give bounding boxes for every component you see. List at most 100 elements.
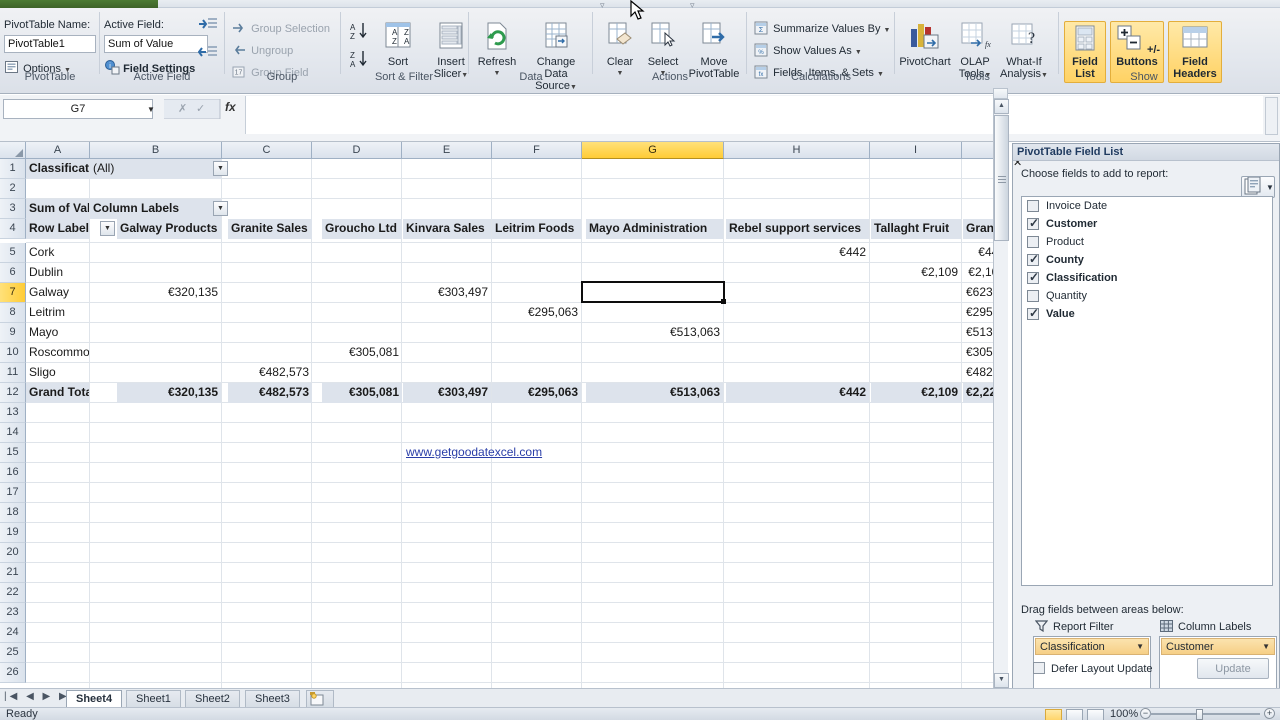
row-header-11[interactable]: 11	[0, 363, 26, 383]
column-labels-dropdown-icon[interactable]: ▼	[213, 201, 228, 216]
view-normal-button[interactable]	[1045, 709, 1062, 720]
ungroup-button[interactable]: Ungroup	[232, 43, 293, 59]
pivot-cell-galway-kinvara[interactable]: €303,497	[403, 283, 491, 303]
name-box[interactable]: G7	[3, 99, 153, 119]
pivot-grand-total-galway-products[interactable]: €320,135	[117, 383, 221, 403]
cell-a1-classification-label[interactable]: Classification	[26, 159, 89, 179]
row-header-25[interactable]: 25	[0, 643, 26, 663]
zoom-slider-knob[interactable]	[1196, 709, 1203, 720]
pivotchart-button[interactable]: PivotChart	[898, 21, 952, 68]
checkbox-unchecked-icon[interactable]	[1027, 290, 1039, 302]
show-values-as-button[interactable]: % Show Values As ▼	[754, 43, 862, 59]
view-page-break-button[interactable]	[1087, 709, 1104, 720]
pivot-grand-total-groucho-ltd[interactable]: €305,081	[322, 383, 402, 403]
pivot-row-label-sligo[interactable]: Sligo	[26, 363, 89, 383]
pivot-cell-cork-rebel[interactable]: €442	[726, 243, 869, 263]
pivot-col-header-groucho-ltd[interactable]: Groucho Ltd	[322, 219, 402, 239]
report-filter-dropdown-icon[interactable]: ▼	[213, 161, 228, 176]
pivot-grand-total-mayo-admin[interactable]: €513,063	[586, 383, 723, 403]
sort-ascending-button[interactable]: AZ	[348, 21, 370, 44]
pivot-row-label-dublin[interactable]: Dublin	[26, 263, 89, 283]
row-header-24[interactable]: 24	[0, 623, 26, 643]
name-box-chevron-down-icon[interactable]: ▼	[147, 105, 155, 114]
pivot-col-header-tallaght-fruit[interactable]: Tallaght Fruit	[871, 219, 961, 239]
pivot-row-label-leitrim[interactable]: Leitrim	[26, 303, 89, 323]
cell-b3-column-labels[interactable]: Column Labels	[90, 199, 221, 219]
zoom-in-button[interactable]: +	[1264, 708, 1275, 719]
checkbox-unchecked-icon[interactable]	[1027, 200, 1039, 212]
insert-worksheet-button[interactable]	[306, 690, 334, 708]
pivot-row-label-galway[interactable]: Galway	[26, 283, 89, 303]
pivot-cell-leitrim-leitrim-foods[interactable]: €295,063	[492, 303, 581, 323]
checkbox-unchecked-icon[interactable]	[1027, 236, 1039, 248]
pivot-row-label-mayo[interactable]: Mayo	[26, 323, 89, 343]
sheet-tab-sheet2[interactable]: Sheet2	[185, 690, 240, 708]
sheet-tab-sheet3[interactable]: Sheet3	[245, 690, 300, 708]
pivot-row-label-roscommon[interactable]: Roscommon	[26, 343, 89, 363]
collapse-entire-field-icon[interactable]	[197, 44, 218, 63]
column-header-e[interactable]: E	[402, 142, 492, 159]
column-header-g[interactable]: G	[582, 142, 724, 159]
row-header-17[interactable]: 17	[0, 483, 26, 503]
column-header-c[interactable]: C	[222, 142, 312, 159]
insert-function-icon[interactable]: fx	[225, 100, 236, 114]
row-header-3[interactable]: 3	[0, 199, 26, 219]
pivot-grand-total-rebel-support[interactable]: €442	[726, 383, 869, 403]
row-header-18[interactable]: 18	[0, 503, 26, 523]
cell-a3-sum-of-value[interactable]: Sum of Value	[26, 199, 89, 219]
pill-chevron-down-icon[interactable]: ▼	[1262, 639, 1270, 655]
formula-input[interactable]	[245, 96, 1263, 134]
field-item-invoice-date[interactable]: Invoice Date	[1022, 197, 1272, 215]
vertical-scrollbar[interactable]: ▲ ▼	[993, 99, 1009, 688]
row-header-4[interactable]: 4	[0, 219, 26, 239]
field-item-quantity[interactable]: Quantity	[1022, 287, 1272, 305]
row-header-7[interactable]: 7	[0, 283, 26, 303]
row-header-21[interactable]: 21	[0, 563, 26, 583]
row-header-19[interactable]: 19	[0, 523, 26, 543]
pill-chevron-down-icon[interactable]: ▼	[1136, 639, 1144, 655]
column-header-i[interactable]: I	[870, 142, 962, 159]
field-item-value[interactable]: ✓ Value	[1022, 305, 1272, 323]
cell-b1-classification-value[interactable]: (All)	[90, 159, 221, 179]
defer-layout-checkbox[interactable]	[1033, 662, 1045, 674]
pivot-col-header-galway-products[interactable]: Galway Products	[117, 219, 221, 239]
row-header-9[interactable]: 9	[0, 323, 26, 343]
checkbox-checked-icon[interactable]: ✓	[1027, 270, 1039, 284]
column-header-a[interactable]: A	[26, 142, 90, 159]
pivot-grand-total-granite-sales[interactable]: €482,573	[228, 383, 312, 403]
row-header-23[interactable]: 23	[0, 603, 26, 623]
pivot-col-header-granite-sales[interactable]: Granite Sales	[228, 219, 312, 239]
sort-descending-button[interactable]: ZA	[348, 49, 370, 72]
expand-entire-field-icon[interactable]	[198, 16, 218, 35]
row-header-14[interactable]: 14	[0, 423, 26, 443]
group-selection-button[interactable]: Group Selection	[232, 21, 330, 37]
pivottable-tools-tab[interactable]	[0, 0, 158, 8]
zoom-level-label[interactable]: 100%	[1110, 708, 1138, 720]
row-header-2[interactable]: 2	[0, 179, 26, 199]
field-pill-classification[interactable]: Classification ▼	[1035, 638, 1149, 655]
cell-a4-row-labels[interactable]: Row Labels	[26, 219, 89, 239]
checkbox-checked-icon[interactable]: ✓	[1027, 216, 1039, 230]
row-header-5[interactable]: 5	[0, 243, 26, 263]
active-field-input[interactable]: Sum of Value	[104, 35, 208, 53]
field-item-classification[interactable]: ✓ Classification	[1022, 269, 1272, 287]
update-button[interactable]: Update	[1197, 658, 1269, 679]
pivottable-name-input[interactable]: PivotTable1	[4, 35, 96, 53]
field-checkbox-list[interactable]: Invoice Date ✓ Customer Product ✓ County…	[1021, 196, 1273, 586]
hyperlink-cell[interactable]: www.getgoodatexcel.com	[403, 443, 583, 463]
pivot-cell-galway-galway-products[interactable]: €320,135	[117, 283, 221, 303]
pivot-grand-total-leitrim-foods[interactable]: €295,063	[492, 383, 581, 403]
row-header-12[interactable]: 12	[0, 383, 26, 403]
zoom-slider-track[interactable]	[1150, 713, 1260, 715]
pivot-grand-total-kinvara-sales[interactable]: €303,497	[403, 383, 491, 403]
pivot-col-header-leitrim-foods[interactable]: Leitrim Foods	[492, 219, 581, 239]
sheet-tab-sheet4[interactable]: Sheet4	[66, 690, 123, 708]
column-header-d[interactable]: D	[312, 142, 402, 159]
pivot-grand-total-label[interactable]: Grand Total	[26, 383, 89, 403]
view-page-layout-button[interactable]	[1066, 709, 1083, 720]
row-header-8[interactable]: 8	[0, 303, 26, 323]
sheet-nav-buttons[interactable]: |◀ ◀ ▶ ▶|	[4, 691, 75, 702]
row-header-20[interactable]: 20	[0, 543, 26, 563]
row-header-1[interactable]: 1	[0, 159, 26, 179]
row-header-15[interactable]: 15	[0, 443, 26, 463]
